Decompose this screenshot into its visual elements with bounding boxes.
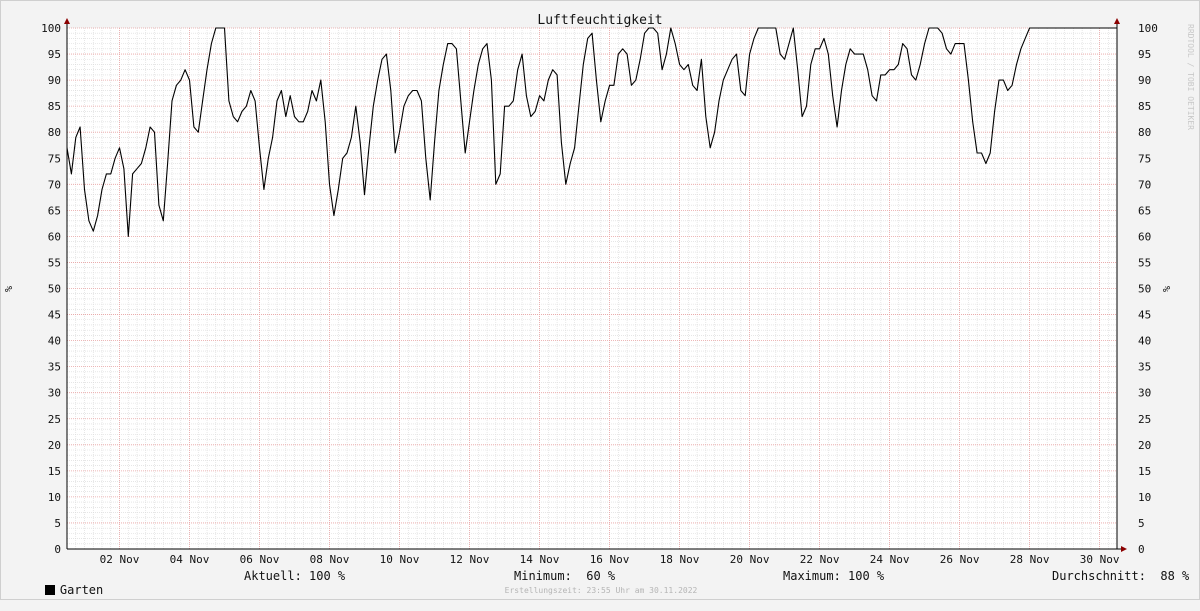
y-tick-label-right: 15 [1138,465,1151,478]
y-tick-label-left: 85 [48,100,61,113]
y-tick-label-left: 50 [48,283,61,296]
x-axis-arrow [1121,546,1127,552]
x-tick-label: 20 Nov [730,553,770,566]
x-tick-label: 10 Nov [380,553,420,566]
y-tick-label-left: 35 [48,361,61,374]
x-tick-label: 28 Nov [1010,553,1050,566]
y-tick-label-left: 0 [54,543,61,556]
chart-title: Luftfeuchtigkeit [537,13,662,28]
x-tick-label: 26 Nov [940,553,980,566]
y-tick-label-left: 10 [48,491,61,504]
y-tick-label-right: 20 [1138,439,1151,452]
x-tick-label: 02 Nov [100,553,140,566]
y-tick-label-right: 65 [1138,204,1151,217]
y-tick-label-left: 75 [48,152,61,165]
y-tick-label-right: 25 [1138,413,1151,426]
y-tick-label-right: 35 [1138,361,1151,374]
y-tick-label-left: 20 [48,439,61,452]
y-axis-arrow-left [64,18,70,24]
legend-minimum: Minimum: 60 % [514,569,616,583]
x-tick-label: 24 Nov [870,553,910,566]
y-tick-label-right: 80 [1138,126,1151,139]
x-tick-label: 08 Nov [310,553,350,566]
y-tick-label-left: 30 [48,387,61,400]
y-tick-label-right: 10 [1138,491,1151,504]
y-tick-label-right: 95 [1138,48,1151,61]
x-tick-label: 16 Nov [590,553,630,566]
y-tick-label-right: 0 [1138,543,1145,556]
x-tick-label: 06 Nov [240,553,280,566]
y-tick-label-left: 100 [41,22,61,35]
y-tick-label-right: 45 [1138,309,1151,322]
y-axis-label-left: % [4,286,15,292]
y-tick-label-right: 5 [1138,517,1145,530]
x-tick-label: 22 Nov [800,553,840,566]
legend-current: Aktuell: 100 % [244,569,346,583]
y-tick-label-right: 100 [1138,22,1158,35]
y-tick-label-left: 90 [48,74,61,87]
y-axis-label-right: % [1162,286,1173,292]
y-tick-label-right: 70 [1138,178,1151,191]
humidity-chart: Luftfeuchtigkeit % % RRDTOOL / TOBI OETI… [4,13,1195,566]
x-tick-label: 30 Nov [1080,553,1120,566]
y-tick-label-left: 5 [54,517,61,530]
y-tick-label-right: 60 [1138,230,1151,243]
y-tick-label-left: 70 [48,178,61,191]
y-tick-label-right: 55 [1138,256,1151,269]
y-tick-label-left: 55 [48,256,61,269]
x-tick-label: 04 Nov [170,553,210,566]
y-tick-label-left: 25 [48,413,61,426]
rrdtool-watermark: RRDTOOL / TOBI OETIKER [1186,24,1195,130]
x-tick-label: 18 Nov [660,553,700,566]
y-axis-arrow-right [1114,18,1120,24]
y-tick-label-left: 45 [48,309,61,322]
y-tick-label-left: 80 [48,126,61,139]
creation-timestamp: Erstellungszeit: 23:55 Uhr am 30.11.2022 [504,586,698,595]
y-tick-label-left: 60 [48,230,61,243]
x-tick-label: 14 Nov [520,553,560,566]
legend-average: Durchschnitt: 88 % [1052,569,1190,583]
y-tick-label-right: 85 [1138,100,1151,113]
y-tick-label-right: 90 [1138,74,1151,87]
y-tick-label-left: 15 [48,465,61,478]
y-tick-label-right: 40 [1138,335,1151,348]
y-tick-label-right: 50 [1138,283,1151,296]
x-tick-label: 12 Nov [450,553,490,566]
y-tick-label-right: 30 [1138,387,1151,400]
legend-maximum: Maximum: 100 % [783,569,885,583]
plot-area: 0 05 510 1015 1520 2025 2530 3035 3540 4045 4550 50… [41,18,1158,566]
y-tick-label-left: 95 [48,48,61,61]
y-tick-label-left: 65 [48,204,61,217]
y-tick-label-left: 40 [48,335,61,348]
y-tick-label-right: 75 [1138,152,1151,165]
chart-window: Luftfeuchtigkeit % % RRDTOOL / TOBI OETI… [0,0,1200,600]
